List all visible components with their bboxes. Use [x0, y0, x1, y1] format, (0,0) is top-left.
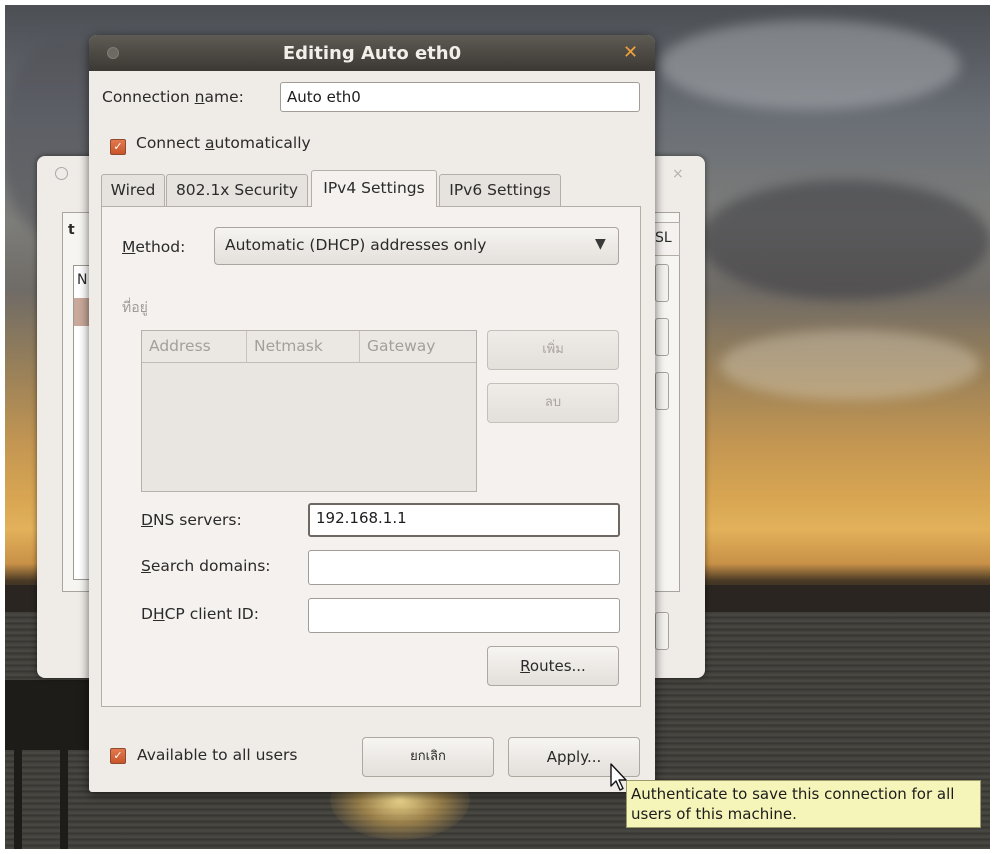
background-window-label: t: [68, 222, 75, 238]
cloud: [700, 180, 990, 300]
method-label: Method:: [122, 238, 186, 256]
background-window-button: [655, 612, 669, 650]
tab-ipv4-settings[interactable]: IPv4 Settings: [311, 170, 437, 207]
background-window-menu-icon: [55, 167, 68, 180]
available-to-all-users-checkbox[interactable]: ✓: [110, 748, 126, 764]
connection-name-label: Connection name:: [102, 88, 244, 106]
delete-address-button[interactable]: ลบ: [487, 383, 619, 423]
tab-ipv6-settings[interactable]: IPv6 Settings: [439, 174, 561, 206]
connect-automatically-checkbox[interactable]: ✓: [110, 139, 126, 155]
background-window-button: [655, 264, 669, 302]
tab-wired[interactable]: Wired: [101, 174, 165, 206]
titlebar: Editing Auto eth0 ✕: [89, 35, 655, 71]
background-window-column: N: [77, 272, 88, 288]
editing-connection-dialog: Editing Auto eth0 ✕ Connection name: Aut…: [89, 35, 655, 792]
column-header-address: Address: [142, 331, 247, 363]
addresses-label: ที่อยู่: [122, 300, 148, 316]
dns-servers-input[interactable]: 192.168.1.1: [308, 503, 620, 537]
background-window-close-icon: ×: [672, 166, 684, 182]
cancel-button[interactable]: ยกเลิก: [362, 737, 494, 777]
add-address-button[interactable]: เพิ่ม: [487, 330, 619, 370]
dhcp-client-id-label: DHCP client ID:: [141, 605, 259, 623]
mouse-pointer-icon: [610, 763, 627, 791]
connection-name-input[interactable]: Auto eth0: [280, 82, 640, 112]
dropdown-arrow-icon: ▼: [595, 236, 606, 252]
connect-automatically-label: Connect automatically: [136, 134, 311, 152]
column-header-netmask: Netmask: [247, 331, 360, 363]
routes-button[interactable]: Routes...: [487, 646, 619, 686]
apply-tooltip: Authenticate to save this connection for…: [626, 780, 981, 828]
cloud: [660, 20, 960, 110]
cloud: [720, 330, 980, 400]
background-window-button: [655, 318, 669, 356]
search-domains-input[interactable]: [308, 550, 620, 585]
window-title: Editing Auto eth0: [282, 43, 462, 64]
close-icon[interactable]: ✕: [623, 42, 638, 63]
search-domains-label: Search domains:: [141, 557, 271, 575]
dhcp-client-id-input[interactable]: [308, 598, 620, 633]
method-dropdown[interactable]: Automatic (DHCP) addresses only ▼: [214, 227, 619, 265]
background-window-button: [655, 372, 669, 410]
method-value: Automatic (DHCP) addresses only: [225, 236, 487, 254]
addresses-table: Address Netmask Gateway: [141, 330, 477, 492]
available-to-all-users-label: Available to all users: [137, 746, 298, 764]
column-header-gateway: Gateway: [360, 331, 476, 363]
tab-8021x-security[interactable]: 802.1x Security: [166, 174, 308, 206]
pier-post: [60, 690, 68, 850]
background-window-tab: SL: [655, 222, 680, 256]
dns-servers-label: DNS servers:: [141, 511, 242, 529]
pier-post: [14, 680, 22, 850]
